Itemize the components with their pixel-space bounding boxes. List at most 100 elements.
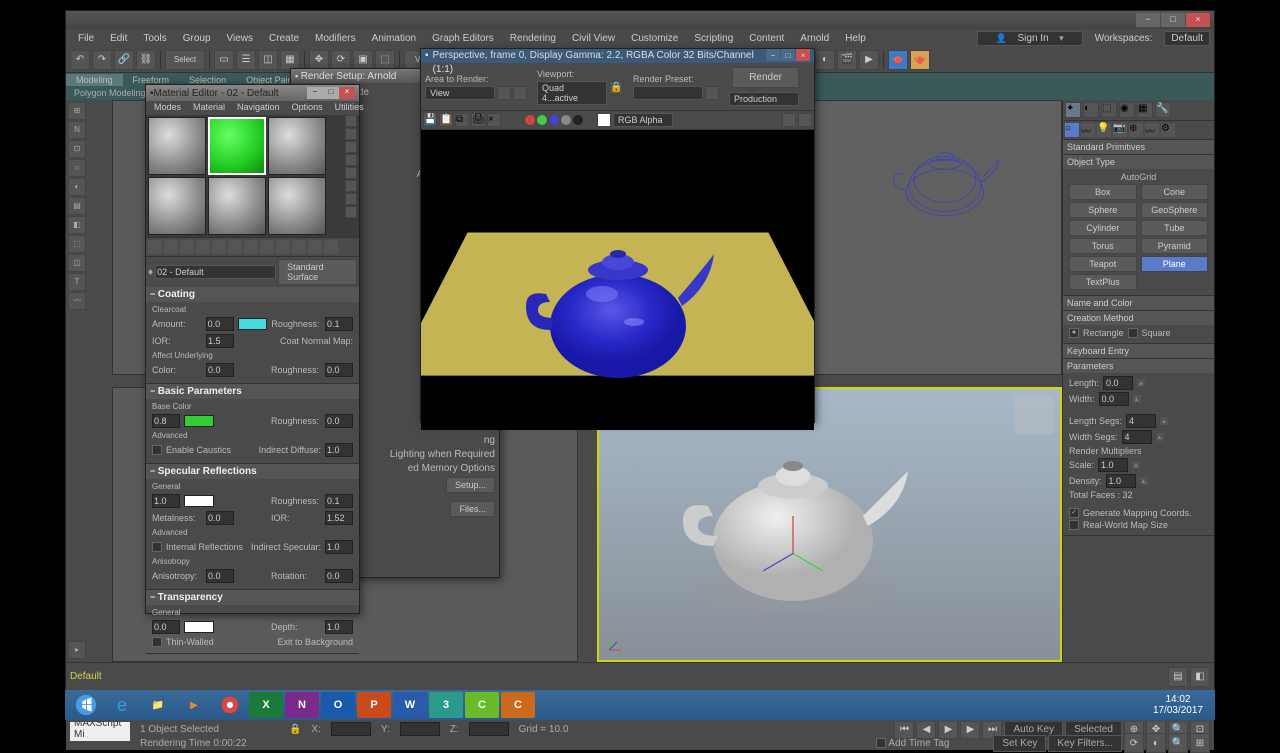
tool-icon[interactable]: ◧ bbox=[68, 216, 86, 234]
coat-color[interactable] bbox=[238, 318, 268, 330]
roughness-input[interactable] bbox=[325, 317, 353, 331]
box-button[interactable]: Box bbox=[1069, 184, 1137, 200]
menu-group[interactable]: Group bbox=[175, 31, 219, 46]
setkey-button[interactable]: Set Key bbox=[993, 735, 1046, 752]
chrome-icon[interactable] bbox=[213, 692, 247, 718]
menu-views[interactable]: Views bbox=[219, 31, 262, 46]
assign-material[interactable] bbox=[180, 240, 194, 254]
render-output-titlebar[interactable]: ▪Perspective, frame 0, Display Gamma: 2.… bbox=[421, 49, 814, 63]
z-input[interactable] bbox=[469, 722, 509, 736]
me-menu-utilities[interactable]: Utilities bbox=[329, 101, 370, 115]
slot-tool[interactable]: ▤ bbox=[1168, 667, 1188, 687]
render-button[interactable]: 🫖 bbox=[910, 50, 930, 70]
space-warps-subtab[interactable]: 〰 bbox=[1145, 123, 1159, 137]
setup-button[interactable]: Setup... bbox=[446, 477, 495, 493]
name-icon[interactable]: N bbox=[68, 121, 86, 139]
word-icon[interactable]: W bbox=[393, 692, 427, 718]
preset-tool[interactable] bbox=[705, 86, 719, 100]
taskbar-clock[interactable]: 14:0217/03/2017 bbox=[1145, 694, 1211, 716]
spec-color[interactable] bbox=[184, 495, 214, 507]
make-copy[interactable] bbox=[212, 240, 226, 254]
start-button[interactable] bbox=[69, 692, 103, 718]
copy-image[interactable]: 📋 bbox=[439, 113, 453, 127]
select-name[interactable]: ☰ bbox=[236, 50, 256, 70]
menu-file[interactable]: File bbox=[70, 31, 102, 46]
print-image[interactable]: 🖨 bbox=[471, 113, 485, 127]
material-name-input[interactable] bbox=[155, 265, 276, 279]
menu-animation[interactable]: Animation bbox=[364, 31, 424, 46]
depth-input[interactable] bbox=[325, 620, 353, 634]
mono-channel[interactable] bbox=[573, 115, 583, 125]
keyfilters-button[interactable]: Key Filters... bbox=[1048, 735, 1122, 752]
menu-help[interactable]: Help bbox=[837, 31, 874, 46]
video-check[interactable] bbox=[345, 167, 357, 179]
tool-icon[interactable]: ⬚ bbox=[68, 235, 86, 253]
options-icon[interactable] bbox=[345, 193, 357, 205]
create-tab[interactable]: ✦ bbox=[1065, 102, 1081, 118]
scale-button[interactable]: ▣ bbox=[353, 50, 373, 70]
nav-tool[interactable]: 🔍 bbox=[1168, 733, 1188, 753]
spec-rough-input[interactable] bbox=[325, 494, 353, 508]
teapot-button[interactable]: Teapot bbox=[1069, 256, 1137, 272]
menu-rendering[interactable]: Rendering bbox=[502, 31, 564, 46]
toggle-ui[interactable] bbox=[782, 113, 796, 127]
explorer-icon[interactable]: 📁 bbox=[141, 692, 175, 718]
workspaces-dropdown[interactable]: Default bbox=[1164, 31, 1210, 46]
spec-ior-input[interactable] bbox=[325, 511, 353, 525]
base-color-swatch[interactable] bbox=[184, 415, 214, 427]
expand-icon[interactable]: ▸ bbox=[68, 641, 86, 659]
utilities-tab[interactable]: 🔧 bbox=[1155, 102, 1171, 118]
clone-image[interactable]: ⧉ bbox=[455, 113, 469, 127]
material-slot-6[interactable] bbox=[268, 177, 326, 235]
menu-grapheditors[interactable]: Graph Editors bbox=[424, 31, 502, 46]
me-minimize[interactable]: − bbox=[307, 87, 323, 99]
pyramid-button[interactable]: Pyramid bbox=[1141, 238, 1209, 254]
gencoords-check[interactable]: ✓ bbox=[1069, 508, 1079, 518]
transparency-header[interactable]: − Transparency bbox=[146, 590, 359, 605]
material-slot-3[interactable] bbox=[268, 117, 326, 175]
modify-tab[interactable]: ◐ bbox=[1083, 102, 1099, 118]
coating-header[interactable]: − Coating bbox=[146, 287, 359, 302]
channel-dropdown[interactable]: RGB Alpha bbox=[613, 113, 673, 127]
minimize-button[interactable]: − bbox=[1136, 13, 1160, 27]
area-tool[interactable] bbox=[513, 86, 527, 100]
trans-color[interactable] bbox=[184, 621, 214, 633]
spinner-up[interactable]: ▴ bbox=[1160, 417, 1168, 425]
nav-tool[interactable]: ⊞ bbox=[1190, 733, 1210, 753]
close-button[interactable]: × bbox=[1186, 13, 1210, 27]
menu-modifiers[interactable]: Modifiers bbox=[307, 31, 364, 46]
rotate-button[interactable]: ⟳ bbox=[331, 50, 351, 70]
teapot-icon[interactable]: 🫖 bbox=[888, 50, 908, 70]
shapes-subtab[interactable]: 〰 bbox=[1081, 123, 1095, 137]
render-setup-button[interactable]: 🎬 bbox=[837, 50, 857, 70]
ie-icon[interactable]: e bbox=[105, 692, 139, 718]
rotation-input[interactable] bbox=[325, 569, 353, 583]
alpha-channel[interactable] bbox=[561, 115, 571, 125]
signin-dropdown[interactable]: 👤 Sign In ▾ bbox=[977, 31, 1083, 46]
menu-content[interactable]: Content bbox=[741, 31, 792, 46]
ior-input[interactable] bbox=[206, 334, 234, 348]
go-to-parent[interactable] bbox=[308, 240, 322, 254]
width-input[interactable] bbox=[1099, 392, 1129, 406]
go-forward[interactable] bbox=[324, 240, 338, 254]
me-menu-modes[interactable]: Modes bbox=[148, 101, 187, 115]
base-input[interactable] bbox=[152, 414, 180, 428]
placement-button[interactable]: ⬚ bbox=[375, 50, 395, 70]
amount-input[interactable] bbox=[206, 317, 234, 331]
systems-subtab[interactable]: ⚙ bbox=[1161, 123, 1175, 137]
aniso-input[interactable] bbox=[206, 569, 234, 583]
x-input[interactable] bbox=[331, 722, 371, 736]
length-input[interactable] bbox=[1103, 376, 1133, 390]
slot-tool[interactable]: ◧ bbox=[1190, 667, 1210, 687]
production-dropdown[interactable]: Production bbox=[729, 92, 799, 106]
select-by-mat[interactable] bbox=[345, 206, 357, 218]
display-tab[interactable]: ▦ bbox=[1137, 102, 1153, 118]
lights-subtab[interactable]: 💡 bbox=[1097, 123, 1111, 137]
background[interactable] bbox=[345, 141, 357, 153]
ro-close[interactable]: × bbox=[796, 49, 810, 61]
rectangle-radio[interactable]: ● bbox=[1069, 328, 1079, 338]
intrefl-check[interactable] bbox=[152, 542, 162, 552]
cone-button[interactable]: Cone bbox=[1141, 184, 1209, 200]
scene-explorer-icon[interactable]: ⊞ bbox=[68, 102, 86, 120]
render-button[interactable]: Render bbox=[732, 67, 799, 88]
